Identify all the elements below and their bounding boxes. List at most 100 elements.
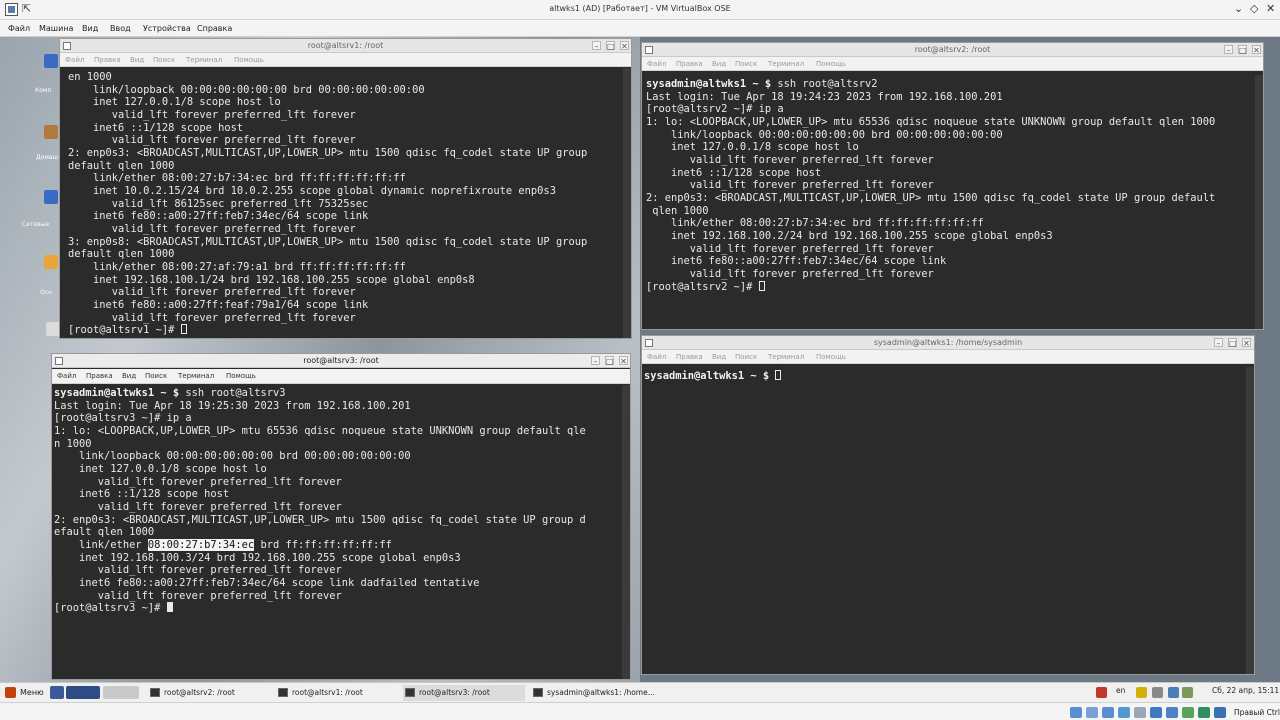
window-titlebar[interactable]: sysadmin@altwks1: /home/sysadmin – □ ✕ bbox=[642, 336, 1254, 350]
host-menu-view[interactable]: Вид bbox=[82, 24, 98, 33]
trash-icon[interactable] bbox=[46, 322, 60, 336]
audio-status-icon[interactable] bbox=[1102, 707, 1114, 718]
window-titlebar[interactable]: root@altsrv3: /root – □ ✕ bbox=[52, 354, 630, 368]
terminal-window-altsrv1[interactable]: root@altsrv1: /root – □ ✕ Файл Правка Ви… bbox=[59, 38, 632, 339]
window-titlebar[interactable]: root@altsrv1: /root – □ ✕ bbox=[60, 39, 631, 53]
menu-edit[interactable]: Правка bbox=[86, 372, 113, 380]
display-status-icon[interactable] bbox=[1166, 707, 1178, 718]
menu-view[interactable]: Вид bbox=[712, 60, 726, 68]
update-tray-icon[interactable] bbox=[1168, 687, 1179, 698]
alt-logo-icon bbox=[5, 687, 16, 698]
window-titlebar[interactable]: root@altsrv2: /root – □ ✕ bbox=[642, 43, 1263, 57]
file-manager-icon[interactable] bbox=[50, 686, 64, 699]
menu-terminal[interactable]: Терминал bbox=[768, 60, 804, 68]
workspace-switcher-2[interactable] bbox=[103, 686, 139, 699]
host-menu-file[interactable]: Файл bbox=[8, 24, 30, 33]
maximize-button[interactable]: □ bbox=[606, 41, 615, 51]
menu-edit[interactable]: Правка bbox=[94, 56, 121, 64]
clipboard-tray-icon[interactable] bbox=[1136, 687, 1147, 698]
menu-help[interactable]: Помощь bbox=[816, 353, 846, 361]
usb-status-icon[interactable] bbox=[1134, 707, 1146, 718]
volume-tray-icon[interactable] bbox=[1152, 687, 1163, 698]
menu-search[interactable]: Поиск bbox=[735, 60, 757, 68]
close-button[interactable]: ✕ bbox=[1242, 338, 1251, 348]
host-menu-help[interactable]: Справка bbox=[197, 24, 232, 33]
minimize-icon[interactable]: ⌄ bbox=[1234, 2, 1243, 15]
keyboard-layout[interactable]: en bbox=[1116, 686, 1125, 695]
optical-status-icon[interactable] bbox=[1086, 707, 1098, 718]
host-menu-machine[interactable]: Машина bbox=[39, 24, 73, 33]
taskbar-item[interactable]: sysadmin@altwks1: /home... bbox=[531, 685, 661, 701]
terminal-icon bbox=[278, 688, 288, 697]
terminal-window-altwks1[interactable]: sysadmin@altwks1: /home/sysadmin – □ ✕ Ф… bbox=[641, 335, 1255, 675]
menu-file[interactable]: Файл bbox=[647, 60, 666, 68]
network-status-icon[interactable] bbox=[1118, 707, 1130, 718]
maximize-button[interactable]: □ bbox=[605, 356, 614, 366]
taskbar-item[interactable]: root@altsrv1: /root bbox=[276, 685, 398, 701]
menu-file[interactable]: Файл bbox=[57, 372, 76, 380]
close-button[interactable]: ✕ bbox=[1252, 45, 1261, 55]
menu-search[interactable]: Поиск bbox=[735, 353, 757, 361]
minimize-button[interactable]: – bbox=[1224, 45, 1233, 55]
maximize-button[interactable]: □ bbox=[1228, 338, 1237, 348]
scrollbar[interactable] bbox=[1255, 75, 1263, 329]
terminal-output[interactable]: sysadmin@altwks1 ~ $ ssh root@altsrv2 La… bbox=[642, 75, 1263, 329]
scrollbar[interactable] bbox=[623, 68, 631, 338]
terminal-output[interactable]: sysadmin@altwks1 ~ $ ssh root@altsrv3 La… bbox=[52, 385, 630, 679]
minimize-button[interactable]: – bbox=[592, 41, 601, 51]
menu-view[interactable]: Вид bbox=[712, 353, 726, 361]
close-button[interactable]: ✕ bbox=[619, 356, 628, 366]
maximize-icon[interactable]: ◇ bbox=[1250, 2, 1258, 15]
network-tray-icon[interactable] bbox=[1096, 687, 1107, 698]
menu-search[interactable]: Поиск bbox=[145, 372, 167, 380]
window-title: root@altsrv3: /root bbox=[303, 356, 379, 365]
maximize-button[interactable]: □ bbox=[1238, 45, 1247, 55]
scrollbar[interactable] bbox=[622, 385, 630, 679]
workspace-switcher[interactable] bbox=[66, 686, 100, 699]
mouse-integration-icon[interactable] bbox=[1214, 707, 1226, 718]
terminal-output[interactable]: en 1000 link/loopback 00:00:00:00:00:00 … bbox=[60, 68, 631, 338]
output-line: valid_lft forever preferred_lft forever bbox=[54, 501, 342, 513]
output-line: [root@altsrv3 ~]# ip a bbox=[54, 412, 192, 424]
hdd-status-icon[interactable] bbox=[1070, 707, 1082, 718]
computer-icon[interactable] bbox=[44, 54, 58, 68]
scrollbar[interactable] bbox=[1246, 367, 1254, 674]
menu-help[interactable]: Помощь bbox=[816, 60, 846, 68]
host-menu-devices[interactable]: Устройства bbox=[143, 24, 191, 33]
clock[interactable]: Сб, 22 апр, 15:11 bbox=[1212, 686, 1279, 695]
home-folder-icon[interactable] bbox=[44, 125, 58, 139]
battery-tray-icon[interactable] bbox=[1182, 687, 1193, 698]
cpu-status-icon[interactable] bbox=[1198, 707, 1210, 718]
menu-view[interactable]: Вид bbox=[130, 56, 144, 64]
selected-mac-address[interactable]: 08:00:27:b7:34:ec bbox=[147, 539, 255, 551]
menu-terminal[interactable]: Терминал bbox=[178, 372, 214, 380]
network-icon[interactable] bbox=[44, 190, 58, 204]
menu-help[interactable]: Помощь bbox=[234, 56, 264, 64]
taskbar-item-active[interactable]: root@altsrv3: /root bbox=[403, 685, 525, 701]
minimize-button[interactable]: – bbox=[1214, 338, 1223, 348]
close-button[interactable]: ✕ bbox=[620, 41, 629, 51]
menu-search[interactable]: Поиск bbox=[153, 56, 175, 64]
menu-edit[interactable]: Правка bbox=[676, 353, 703, 361]
output-line: en 1000 bbox=[68, 71, 112, 83]
close-icon[interactable]: ✕ bbox=[1266, 2, 1275, 15]
alt-logo-icon[interactable] bbox=[44, 255, 58, 269]
menu-edit[interactable]: Правка bbox=[676, 60, 703, 68]
terminal-window-altsrv3[interactable]: root@altsrv3: /root – □ ✕ Файл Правка Ви… bbox=[51, 353, 631, 680]
menu-file[interactable]: Файл bbox=[647, 353, 666, 361]
terminal-output[interactable]: sysadmin@altwks1 ~ $ bbox=[642, 367, 1254, 674]
recording-status-icon[interactable] bbox=[1182, 707, 1194, 718]
menu-view[interactable]: Вид bbox=[122, 372, 136, 380]
menu-file[interactable]: Файл bbox=[65, 56, 84, 64]
shared-folders-status-icon[interactable] bbox=[1150, 707, 1162, 718]
menu-terminal[interactable]: Терминал bbox=[186, 56, 222, 64]
output-line: Last login: Tue Apr 18 19:25:30 2023 fro… bbox=[54, 400, 411, 412]
menu-help[interactable]: Помощь bbox=[226, 372, 256, 380]
shell-prompt: [root@altsrv1 ~]# bbox=[68, 324, 181, 336]
menu-terminal[interactable]: Терминал bbox=[768, 353, 804, 361]
terminal-window-altsrv2[interactable]: root@altsrv2: /root – □ ✕ Файл Правка Ви… bbox=[641, 42, 1264, 330]
start-menu-button[interactable]: Меню bbox=[3, 685, 47, 701]
minimize-button[interactable]: – bbox=[591, 356, 600, 366]
taskbar-item[interactable]: root@altsrv2: /root bbox=[148, 685, 270, 701]
host-menu-input[interactable]: Ввод bbox=[110, 24, 131, 33]
